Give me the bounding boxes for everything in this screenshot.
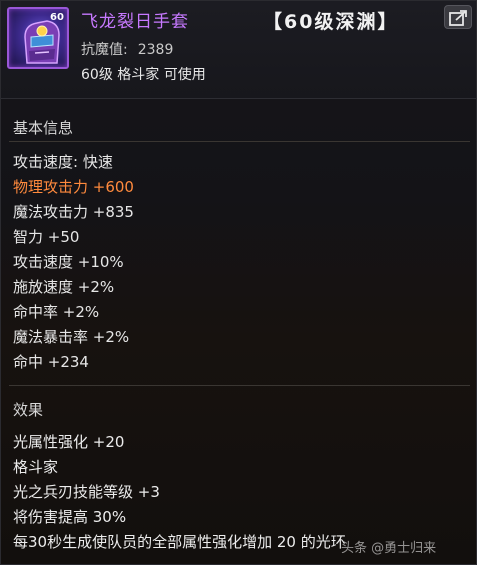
effect-aura: 每30秒生成使队员的全部属性强化增加 20 的光环 [13,533,346,551]
basic-info-title: 基本信息 [13,119,74,137]
resist-value: 2389 [137,42,174,58]
tooltip-header: 60 飞龙裂日手套 【60级深渊】 抗魔值: 2389 60级 格斗家 可使用 [1,1,476,99]
stat-attack-speed: 攻击速度 +10% [13,253,124,271]
resist-label: 抗魔值: [81,42,128,58]
effect-skill-level: 光之兵刃技能等级 +3 [13,483,160,501]
effect-damage-increase: 将伤害提高 30% [13,508,127,526]
effect-class: 格斗家 [13,458,59,476]
stat-cast-speed: 施放速度 +2% [13,278,115,296]
item-tooltip: 60 飞龙裂日手套 【60级深渊】 抗魔值: 2389 60级 格斗家 可使用 基… [0,0,477,565]
item-icon-frame: 60 [7,7,69,69]
effects-title: 效果 [13,401,44,419]
effect-light-enhance: 光属性强化 +20 [13,433,125,451]
section-divider [9,385,470,386]
item-icon-level: 60 [50,12,64,23]
resist-stat: 抗魔值: 2389 [81,39,173,59]
share-icon [449,10,467,26]
item-tier-tag: 【60级深渊】 [263,11,399,33]
share-button[interactable] [444,5,472,29]
item-name: 飞龙裂日手套 [81,12,189,32]
stat-magic-attack: 魔法攻击力 +835 [13,203,134,221]
section-divider [9,141,470,142]
stat-intelligence: 智力 +50 [13,228,80,246]
stat-attack-speed-type: 攻击速度: 快速 [13,153,113,171]
item-requirement: 60级 格斗家 可使用 [81,67,206,83]
stat-accuracy: 命中 +234 [13,353,89,371]
stat-magic-crit: 魔法暴击率 +2% [13,328,130,346]
stat-hit-rate: 命中率 +2% [13,303,100,321]
stat-physical-attack: 物理攻击力 +600 [13,178,134,196]
watermark: 头条 @勇士归来 [341,541,437,556]
